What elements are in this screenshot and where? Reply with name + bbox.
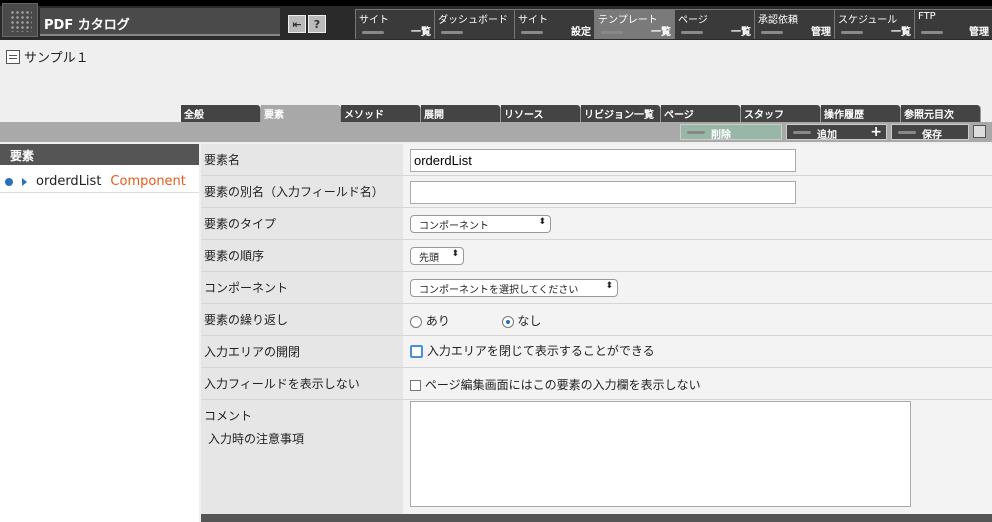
tab-methods[interactable]: メソッド — [341, 105, 421, 122]
tab-resources[interactable]: リソース — [501, 105, 581, 122]
repeat-yes-label: あり — [425, 314, 450, 328]
element-list-item[interactable]: orderdList Component — [0, 171, 199, 193]
nav-site-list[interactable]: サイト 一覧 — [355, 9, 434, 39]
name-input[interactable] — [410, 149, 796, 172]
hide-label: 入力フィールドを表示しない — [201, 368, 403, 399]
form-row-repeat: 要素の繰り返し あり なし — [201, 304, 992, 336]
form-row-alias: 要素の別名（入力フィールド名） — [201, 176, 992, 208]
component-label: コンポーネント — [201, 272, 403, 303]
nav-dashboard[interactable]: ダッシュボード — [434, 9, 514, 39]
tab-elements[interactable]: 要素 — [261, 105, 341, 122]
back-icon[interactable]: ⇤ — [288, 15, 306, 33]
tab-staff[interactable]: スタッフ — [741, 105, 821, 122]
nav-ftp[interactable]: FTP 管理 — [914, 9, 992, 39]
app-grid-icon[interactable] — [2, 3, 38, 37]
comment-sublabel: 入力時の注意事項 — [208, 432, 305, 446]
element-form: 要素名 要素の別名（入力フィールド名） 要素のタイプ コンポーネント 要素の順序… — [201, 144, 992, 514]
comment-textarea[interactable] — [410, 401, 911, 507]
alias-input[interactable] — [410, 181, 796, 204]
order-label: 要素の順序 — [201, 240, 403, 271]
tab-deploy[interactable]: 展開 — [421, 105, 501, 122]
name-label: 要素名 — [201, 144, 403, 175]
tab-bar: 全般 要素 メソッド 展開 リソース リビジョン一覧 ページ スタッフ 操作履歴… — [181, 105, 981, 122]
nav-page-list[interactable]: ページ 一覧 — [674, 9, 754, 39]
nav-site-settings[interactable]: サイト 設定 — [514, 9, 594, 39]
comment-label: コメント — [204, 409, 253, 423]
form-row-name: 要素名 — [201, 144, 992, 176]
repeat-label: 要素の繰り返し — [201, 304, 403, 335]
repeat-no-label: なし — [517, 314, 542, 328]
form-row-collapse: 入力エリアの開閉 入力エリアを閉じて表示することができる — [201, 336, 992, 368]
app-title: PDF カタログ — [44, 18, 130, 33]
save-button[interactable]: 保存 — [891, 124, 986, 141]
form-row-hide: 入力フィールドを表示しない ページ編集画面にはこの要素の入力欄を表示しない — [201, 368, 992, 400]
repeat-yes-radio[interactable] — [410, 315, 422, 328]
sidebar-heading: 要素 — [0, 144, 199, 165]
tab-revisions[interactable]: リビジョン一覧 — [581, 105, 661, 122]
help-icon[interactable]: ? — [308, 15, 326, 33]
page-title-row: サンプル１ — [6, 47, 89, 66]
top-edge — [0, 0, 992, 6]
add-button[interactable]: 追加 + — [786, 124, 887, 141]
tab-pages[interactable]: ページ — [661, 105, 741, 122]
nav-approval[interactable]: 承認依頼 管理 — [754, 9, 834, 39]
tab-references[interactable]: 参照元目次 — [901, 105, 981, 122]
form-row-type: 要素のタイプ コンポーネント — [201, 208, 992, 240]
form-row-component: コンポーネント コンポーネントを選択してください — [201, 272, 992, 304]
repeat-no-radio[interactable] — [501, 315, 514, 328]
alias-label: 要素の別名（入力フィールド名） — [201, 176, 403, 207]
document-icon — [6, 49, 20, 64]
expand-arrow-icon[interactable] — [22, 177, 27, 186]
type-select[interactable]: コンポーネント — [410, 215, 551, 233]
order-select[interactable]: 先頭 — [410, 247, 464, 265]
hide-checkbox[interactable] — [410, 380, 421, 391]
save-icon — [973, 125, 986, 138]
bullet-icon — [5, 177, 13, 186]
form-row-comment: コメント 入力時の注意事項 — [201, 400, 992, 514]
bottom-bar — [201, 514, 992, 522]
plus-icon: + — [870, 124, 882, 140]
nav-schedule[interactable]: スケジュール 一覧 — [834, 9, 914, 39]
top-bar: PDF カタログ ⇤ ? サイト 一覧 ダッシュボード サイト 設定 テンプレー… — [0, 0, 992, 40]
element-type: Component — [110, 174, 186, 189]
sidebar: orderdList Component — [0, 165, 199, 522]
type-label: 要素のタイプ — [201, 208, 403, 239]
collapse-text: 入力エリアを閉じて表示することができる — [426, 344, 655, 358]
element-name: orderdList — [36, 174, 102, 189]
collapse-label: 入力エリアの開閉 — [201, 336, 403, 367]
form-row-order: 要素の順序 先頭 — [201, 240, 992, 272]
tab-general[interactable]: 全般 — [181, 105, 261, 122]
tab-history[interactable]: 操作履歴 — [821, 105, 901, 122]
hide-text: ページ編集画面にはこの要素の入力欄を表示しない — [424, 378, 701, 392]
nav-template-list[interactable]: テンプレート 一覧 — [594, 9, 674, 39]
collapse-checkbox[interactable] — [410, 345, 423, 358]
page-title: サンプル１ — [24, 51, 89, 66]
component-select[interactable]: コンポーネントを選択してください — [410, 279, 618, 297]
delete-button[interactable]: 削除 — [680, 124, 782, 141]
